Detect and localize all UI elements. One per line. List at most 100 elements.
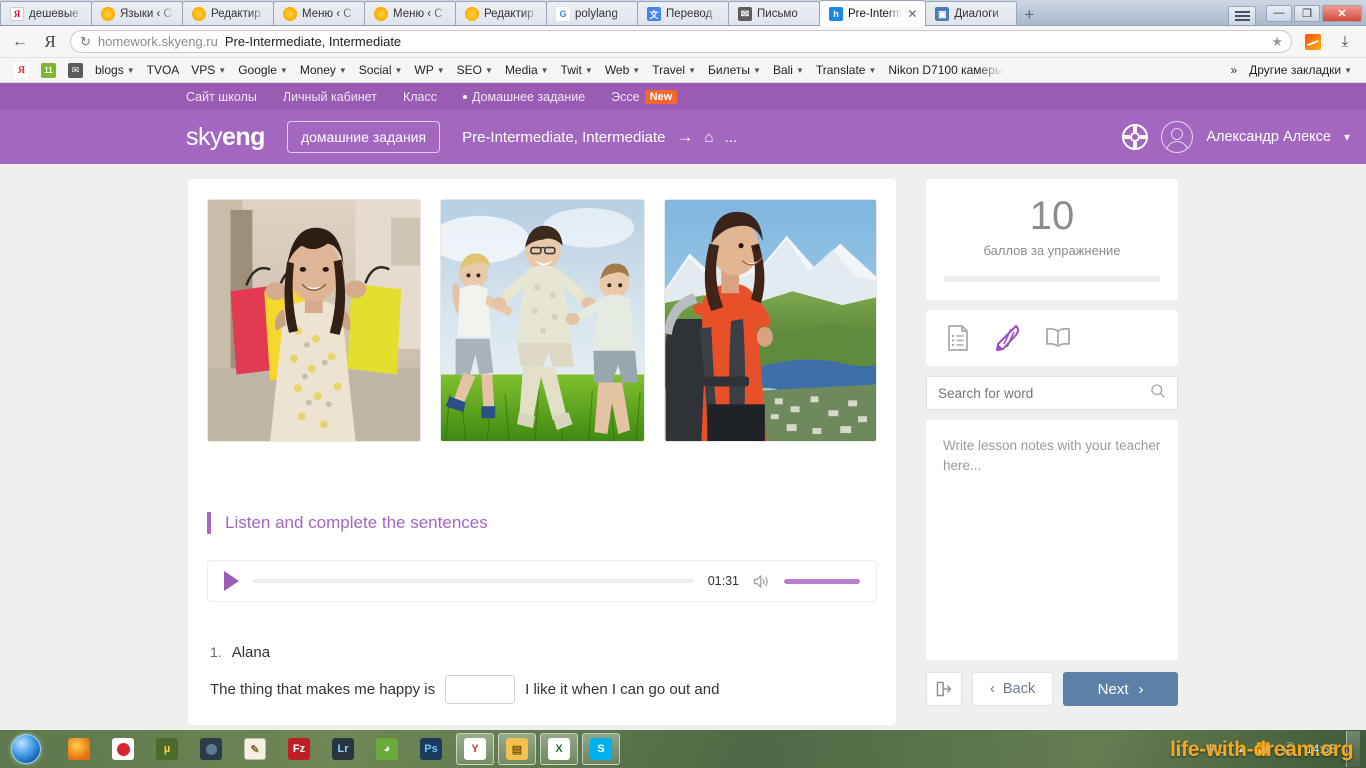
user-name: Александр Алексе <box>1206 129 1331 145</box>
site-header: skyeng домашние задания Pre-Intermediate… <box>0 110 1366 164</box>
yandex-browser-icon[interactable]: Y <box>456 733 494 765</box>
nav-personal-account[interactable]: Личный кабинет <box>283 90 377 104</box>
bookmark-wp[interactable]: WP ▼ <box>408 60 450 80</box>
exercise-card: Listen and complete the sentences 01:31 … <box>188 179 896 725</box>
play-button[interactable] <box>224 571 239 591</box>
browser-tab[interactable]: Редактир <box>182 1 274 26</box>
minimize-button[interactable]: — <box>1266 4 1292 22</box>
excel-icon[interactable]: X <box>540 733 578 765</box>
other-bookmarks-button[interactable]: Другие закладки ▼ <box>1243 60 1358 80</box>
bookmark-money[interactable]: Money ▼ <box>294 60 353 80</box>
bookmark-twit[interactable]: Twit ▼ <box>555 60 599 80</box>
bookmark-web[interactable]: Web ▼ <box>599 60 646 80</box>
nav-school-site[interactable]: Сайт школы <box>186 90 257 104</box>
browser-tab[interactable]: ✉ Письмо <box>728 1 820 26</box>
back-button[interactable]: ‹ Back <box>972 672 1054 706</box>
bookmark-nikon[interactable]: Nikon D7100 камеры <box>882 60 1009 80</box>
bookmark-tickets[interactable]: Билеты ▼ <box>702 60 767 80</box>
browser-tab[interactable]: G polylang <box>546 1 638 26</box>
help-icon[interactable] <box>1122 124 1149 150</box>
question-block: 1. Alana The thing that makes me happy i… <box>210 644 877 704</box>
dictionary-book-icon[interactable] <box>1044 324 1072 352</box>
lesson-notes-panel[interactable]: Write lesson notes with your teacher her… <box>926 420 1178 660</box>
bookmark-travel[interactable]: Travel ▼ <box>646 60 702 80</box>
nav-essay[interactable]: Эссе New <box>611 89 678 104</box>
camera-icon[interactable] <box>192 733 230 765</box>
chevron-down-icon: ▼ <box>688 65 697 75</box>
close-icon[interactable]: ✕ <box>907 8 917 20</box>
bookmark-tvoa[interactable]: TVOA <box>141 60 186 80</box>
filezilla-icon[interactable]: Fz <box>280 733 318 765</box>
nav-class[interactable]: Класс <box>403 90 437 104</box>
bookmark-item[interactable]: 11 <box>35 60 62 80</box>
word-search-box[interactable] <box>926 376 1178 410</box>
bookmark-item[interactable]: Я <box>8 60 35 80</box>
bookmark-item[interactable]: ✉ <box>62 60 89 80</box>
bookmark-seo[interactable]: SEO ▼ <box>451 60 499 80</box>
headphones-icon: ⌂ <box>704 128 714 146</box>
bookmarks-overflow-button[interactable]: » <box>1224 63 1243 77</box>
browser-menu-icon[interactable] <box>1228 6 1256 26</box>
bookmark-media[interactable]: Media ▼ <box>499 60 555 80</box>
chevron-down-icon[interactable]: ▾ <box>1344 130 1350 144</box>
search-input[interactable] <box>938 385 1150 401</box>
address-bar-row: ← Я ↻ homework.skyeng.ru Pre-Intermediat… <box>0 26 1366 58</box>
chevron-down-icon: ▼ <box>753 65 761 75</box>
maximize-button[interactable]: ❐ <box>1294 4 1320 22</box>
browser-tab[interactable]: Меню ‹ С <box>364 1 456 26</box>
speaker-icon[interactable] <box>753 574 770 589</box>
browser-tab[interactable]: Редактир <box>455 1 547 26</box>
close-button[interactable]: ✕ <box>1322 4 1362 22</box>
next-label: Next <box>1097 680 1129 698</box>
browser-tab[interactable]: 文 Перевод <box>637 1 729 26</box>
browser-tab[interactable]: Языки ‹ С <box>91 1 183 26</box>
search-icon[interactable] <box>1150 383 1166 404</box>
metrika-icon[interactable] <box>1302 31 1324 53</box>
back-icon[interactable]: ← <box>10 32 30 52</box>
homework-pill[interactable]: домашние задания <box>286 121 441 153</box>
address-input[interactable]: ↻ homework.skyeng.ru Pre-Intermediate, I… <box>70 30 1292 53</box>
bookmark-google[interactable]: Google ▼ <box>232 60 294 80</box>
browser-tab-active[interactable]: h Pre-Interm ✕ <box>819 0 927 26</box>
evernote-icon[interactable]: ◕ <box>368 733 406 765</box>
reload-icon[interactable]: ↻ <box>80 34 91 50</box>
bookmark-translate[interactable]: Translate ▼ <box>810 60 883 80</box>
bookmark-social[interactable]: Social ▼ <box>353 60 409 80</box>
skyeng-logo[interactable]: skyeng <box>186 123 265 152</box>
utorrent-icon[interactable]: µ <box>148 733 186 765</box>
url-page-title: Pre-Intermediate, Intermediate <box>224 34 402 49</box>
answer-blank-input[interactable] <box>445 675 516 704</box>
start-button[interactable] <box>4 731 48 767</box>
yandex-home-icon[interactable]: Я <box>40 32 60 52</box>
explorer-icon[interactable]: ▤ <box>498 733 536 765</box>
bookmark-star-icon[interactable]: ★ <box>1271 34 1283 50</box>
download-icon[interactable]: ⤓ <box>1334 31 1356 53</box>
opera-icon[interactable] <box>104 733 142 765</box>
bookmark-vps[interactable]: VPS ▼ <box>185 60 232 80</box>
firefox-icon[interactable] <box>60 733 98 765</box>
notepad-icon[interactable]: ✎ <box>236 733 274 765</box>
skype-icon[interactable]: S <box>582 733 620 765</box>
photoshop-icon[interactable]: Ps <box>412 733 450 765</box>
sun-icon <box>101 7 115 21</box>
browser-tab[interactable]: Меню ‹ С <box>273 1 365 26</box>
active-dot-icon <box>462 94 467 99</box>
avatar[interactable] <box>1161 121 1194 153</box>
bookmark-blogs[interactable]: blogs ▼ <box>89 60 141 80</box>
browser-tab[interactable]: Я дешевые <box>0 1 92 26</box>
bookmark-bali[interactable]: Bali ▼ <box>767 60 810 80</box>
windows-orb-icon <box>11 734 41 764</box>
next-button[interactable]: Next › <box>1063 672 1178 706</box>
pencil-icon[interactable] <box>994 324 1022 352</box>
lightroom-icon[interactable]: Lr <box>324 733 362 765</box>
nav-homework[interactable]: Домашнее задание <box>462 90 585 104</box>
volume-slider[interactable] <box>784 578 860 584</box>
audio-progress-track[interactable] <box>253 579 694 583</box>
browser-tab[interactable]: ▣ Диалоги <box>925 1 1018 26</box>
exit-icon[interactable] <box>926 672 962 706</box>
task-list-icon[interactable] <box>944 324 972 352</box>
question-speaker-row: 1. Alana <box>210 644 877 661</box>
google-icon: G <box>556 7 570 21</box>
new-tab-button[interactable]: + <box>1016 4 1042 26</box>
site-top-nav: Сайт школы Личный кабинет Класс Домашнее… <box>0 83 1366 110</box>
